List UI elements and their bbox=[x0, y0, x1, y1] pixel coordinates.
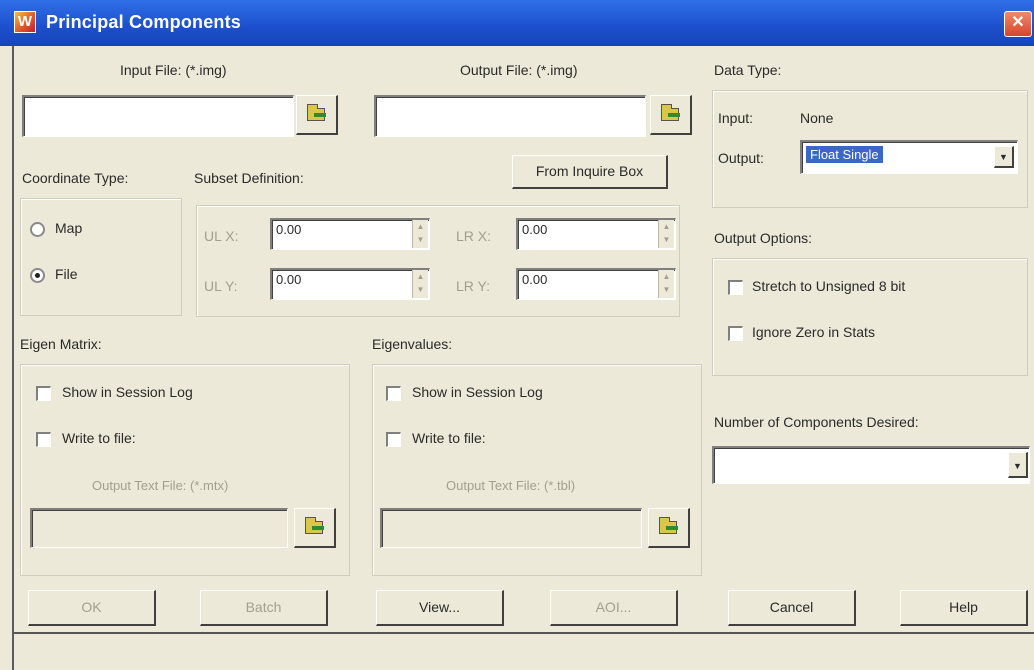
lrx-label: LR X: bbox=[456, 228, 492, 244]
chevron-down-icon: ▼ bbox=[999, 152, 1008, 162]
data-type-dropdown-button[interactable]: ▼ bbox=[994, 146, 1014, 168]
eigenvalues-show-log-label: Show in Session Log bbox=[412, 384, 543, 400]
eigenvalues-browse-button[interactable] bbox=[648, 508, 690, 548]
data-type-input-label: Input: bbox=[718, 110, 754, 126]
lry-field[interactable]: 0.00 bbox=[516, 268, 676, 300]
view-button[interactable]: View... bbox=[376, 590, 504, 626]
output-file-field[interactable] bbox=[374, 95, 646, 137]
ulx-field[interactable]: 0.00 bbox=[270, 218, 430, 250]
eigen-matrix-write-file-checkbox[interactable] bbox=[36, 432, 51, 447]
num-components-label: Number of Components Desired: bbox=[714, 414, 919, 430]
eigen-matrix-label: Eigen Matrix: bbox=[20, 336, 102, 352]
batch-button[interactable]: Batch bbox=[200, 590, 328, 626]
status-bar bbox=[14, 632, 1034, 670]
input-file-browse-button[interactable] bbox=[296, 95, 338, 135]
aoi-button[interactable]: AOI... bbox=[550, 590, 678, 626]
spin-down-icon: ▼ bbox=[416, 235, 425, 244]
close-button[interactable]: ✕ bbox=[1004, 11, 1032, 37]
window-left-edge bbox=[0, 46, 14, 670]
window-title: Principal Components bbox=[46, 12, 242, 32]
spin-up-icon: ▲ bbox=[416, 272, 425, 281]
uly-label: UL Y: bbox=[204, 278, 238, 294]
lry-label: LR Y: bbox=[456, 278, 490, 294]
eigen-matrix-output-text-label: Output Text File: (*.mtx) bbox=[92, 478, 229, 493]
output-file-browse-button[interactable] bbox=[650, 95, 692, 135]
chevron-down-icon: ▼ bbox=[1013, 461, 1022, 471]
subset-definition-label: Subset Definition: bbox=[194, 170, 304, 186]
folder-browse-icon bbox=[305, 517, 324, 534]
app-icon: W bbox=[14, 11, 36, 33]
output-options-label: Output Options: bbox=[714, 230, 813, 246]
data-type-output-value: Float Single bbox=[806, 146, 883, 163]
spin-up-icon: ▲ bbox=[416, 222, 425, 231]
ok-button[interactable]: OK bbox=[28, 590, 156, 626]
uly-field[interactable]: 0.00 bbox=[270, 268, 430, 300]
eigenvalues-write-file-label: Write to file: bbox=[412, 430, 486, 446]
spin-up-icon: ▲ bbox=[662, 222, 671, 231]
coordinate-file-radio[interactable] bbox=[30, 268, 45, 283]
num-components-dropdown-button[interactable]: ▼ bbox=[1008, 452, 1028, 478]
coordinate-type-group bbox=[20, 198, 182, 316]
title-bar: W Principal Components ✕ bbox=[0, 0, 1034, 46]
input-file-label: Input File: (*.img) bbox=[120, 62, 227, 78]
input-file-field[interactable] bbox=[22, 95, 294, 137]
eigen-matrix-show-log-label: Show in Session Log bbox=[62, 384, 193, 400]
ignore-zero-label: Ignore Zero in Stats bbox=[752, 324, 875, 340]
uly-spinner[interactable]: ▲ ▼ bbox=[412, 270, 428, 298]
ignore-zero-checkbox[interactable] bbox=[728, 326, 743, 341]
eigen-matrix-write-file-label: Write to file: bbox=[62, 430, 136, 446]
spin-down-icon: ▼ bbox=[662, 285, 671, 294]
from-inquire-box-button[interactable]: From Inquire Box bbox=[512, 155, 668, 189]
eigenvalues-show-log-checkbox[interactable] bbox=[386, 386, 401, 401]
eigen-matrix-output-field[interactable] bbox=[30, 508, 288, 548]
data-type-output-select[interactable]: Float Single bbox=[800, 140, 1018, 174]
stretch-label: Stretch to Unsigned 8 bit bbox=[752, 278, 906, 294]
help-button[interactable]: Help bbox=[900, 590, 1028, 626]
close-icon: ✕ bbox=[1011, 14, 1025, 31]
spin-down-icon: ▼ bbox=[416, 285, 425, 294]
coordinate-map-label: Map bbox=[55, 220, 83, 236]
eigenvalues-write-file-checkbox[interactable] bbox=[386, 432, 401, 447]
coordinate-map-radio[interactable] bbox=[30, 222, 45, 237]
output-options-group bbox=[712, 258, 1028, 376]
eigenvalues-output-field[interactable] bbox=[380, 508, 642, 548]
spin-up-icon: ▲ bbox=[662, 272, 671, 281]
cancel-button[interactable]: Cancel bbox=[728, 590, 856, 626]
folder-browse-icon bbox=[307, 104, 326, 121]
ulx-spinner[interactable]: ▲ ▼ bbox=[412, 220, 428, 248]
data-type-label: Data Type: bbox=[714, 62, 782, 78]
output-file-label: Output File: (*.img) bbox=[460, 62, 578, 78]
lry-spinner[interactable]: ▲ ▼ bbox=[658, 270, 674, 298]
eigenvalues-output-text-label: Output Text File: (*.tbl) bbox=[446, 478, 576, 493]
data-type-output-label: Output: bbox=[718, 150, 764, 166]
lrx-field[interactable]: 0.00 bbox=[516, 218, 676, 250]
data-type-input-value: None bbox=[800, 110, 834, 126]
lrx-spinner[interactable]: ▲ ▼ bbox=[658, 220, 674, 248]
stretch-checkbox[interactable] bbox=[728, 280, 743, 295]
coordinate-file-label: File bbox=[55, 266, 78, 282]
eigenvalues-label: Eigenvalues: bbox=[372, 336, 453, 352]
num-components-select[interactable] bbox=[712, 446, 1030, 484]
spin-down-icon: ▼ bbox=[662, 235, 671, 244]
eigen-matrix-show-log-checkbox[interactable] bbox=[36, 386, 51, 401]
coordinate-type-label: Coordinate Type: bbox=[22, 170, 129, 186]
folder-browse-icon bbox=[659, 517, 678, 534]
ulx-label: UL X: bbox=[204, 228, 239, 244]
folder-browse-icon bbox=[661, 104, 680, 121]
eigen-matrix-browse-button[interactable] bbox=[294, 508, 336, 548]
